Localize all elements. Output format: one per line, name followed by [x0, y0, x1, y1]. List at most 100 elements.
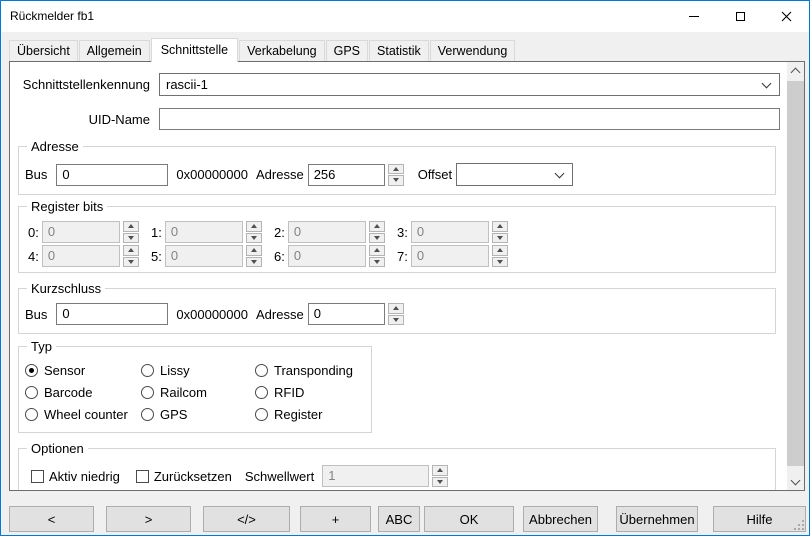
close-button[interactable] [763, 1, 809, 32]
address-group: Adresse Bus 0 0x00000000 Adresse 256 Off… [18, 146, 776, 195]
register-bit-input: 0 [165, 245, 243, 267]
radio-railcom[interactable]: Railcom [141, 381, 255, 403]
short-circuit-address-label: Adresse [256, 307, 304, 322]
address-label: Adresse [256, 167, 304, 182]
bus-input[interactable]: 0 [56, 164, 168, 186]
register-bit-stepper [246, 245, 262, 267]
register-bit-2: 2: 0 [271, 221, 385, 243]
checkbox-icon [136, 470, 149, 483]
checkbox-reset[interactable]: Zurücksetzen [136, 469, 232, 484]
stepper-up-icon[interactable] [388, 164, 404, 175]
short-circuit-bus-label: Bus [25, 307, 47, 322]
type-group-title: Typ [27, 339, 56, 354]
stepper-up-icon[interactable] [388, 303, 404, 314]
address-stepper[interactable] [388, 164, 404, 186]
tab-strip: Übersicht Allgemein Schnittstelle Verkab… [9, 38, 516, 61]
register-bit-input: 0 [42, 245, 120, 267]
radio-register[interactable]: Register [255, 403, 353, 425]
stepper-down-icon [432, 477, 448, 488]
scrollbar-up-button[interactable] [787, 62, 804, 79]
radio-wheel-counter[interactable]: Wheel counter [25, 403, 141, 425]
short-circuit-address-input[interactable]: 0 [308, 303, 385, 325]
radio-label: Transponding [274, 363, 353, 378]
radio-icon [141, 364, 154, 377]
help-button[interactable]: Hilfe [713, 506, 806, 532]
cancel-button[interactable]: Abbrechen [523, 506, 598, 532]
short-circuit-address-stepper[interactable] [388, 303, 404, 325]
tab-verwendung[interactable]: Verwendung [430, 40, 516, 61]
register-bits-row-1: 0: 0 1: 0 2: 0 3: [25, 221, 517, 243]
register-bit-stepper [123, 221, 139, 243]
register-bit-7: 7: 0 [394, 245, 508, 267]
short-circuit-group-title: Kurzschluss [27, 281, 105, 296]
stepper-down-icon[interactable] [388, 315, 404, 326]
tab-gps[interactable]: GPS [326, 40, 368, 61]
vertical-scrollbar[interactable] [787, 62, 804, 490]
tab-statistik[interactable]: Statistik [369, 40, 429, 61]
radio-label: Register [274, 407, 322, 422]
radio-barcode[interactable]: Barcode [25, 381, 141, 403]
tab-allgemein[interactable]: Allgemein [79, 40, 150, 61]
tab-uebersicht[interactable]: Übersicht [9, 40, 78, 61]
code-button[interactable]: </> [203, 506, 290, 532]
radio-label: Lissy [160, 363, 190, 378]
address-input[interactable]: 256 [308, 164, 385, 186]
prev-button[interactable]: < [9, 506, 94, 532]
scrollbar-down-button[interactable] [787, 473, 804, 490]
register-bit-input: 0 [288, 245, 366, 267]
register-bit-0: 0: 0 [25, 221, 139, 243]
ok-button[interactable]: OK [424, 506, 514, 532]
interface-id-label: Schnittstellenkennung [16, 77, 150, 92]
minimize-button[interactable] [671, 1, 717, 32]
maximize-button[interactable] [717, 1, 763, 32]
checkbox-active-low[interactable]: Aktiv niedrig [31, 469, 120, 484]
apply-button[interactable]: Übernehmen [616, 506, 698, 532]
options-row: Aktiv niedrig Zurücksetzen Schwellwert 1 [31, 465, 771, 487]
options-group-title: Optionen [27, 441, 88, 456]
radio-transponding[interactable]: Transponding [255, 359, 353, 381]
chevron-down-icon [555, 169, 565, 179]
uid-name-label: UID-Name [16, 112, 150, 127]
register-bit-stepper [123, 245, 139, 267]
short-circuit-bus-input[interactable]: 0 [56, 303, 168, 325]
register-bit-label: 5: [148, 249, 162, 264]
radio-label: Wheel counter [44, 407, 128, 422]
interface-id-row: Schnittstellenkennung rascii-1 [16, 73, 780, 96]
register-bit-input: 0 [411, 221, 489, 243]
register-bit-stepper [492, 245, 508, 267]
radio-rfid[interactable]: RFID [255, 381, 353, 403]
resize-grip[interactable] [794, 520, 796, 522]
radio-lissy[interactable]: Lissy [141, 359, 255, 381]
stepper-up-icon [432, 465, 448, 476]
bus-label: Bus [25, 167, 47, 182]
radio-icon [255, 386, 268, 399]
register-bit-stepper [492, 221, 508, 243]
radio-label: Railcom [160, 385, 207, 400]
titlebar: Rückmelder fb1 [1, 1, 809, 32]
window-title: Rückmelder fb1 [10, 9, 94, 23]
threshold-stepper [432, 465, 448, 487]
uid-name-input[interactable] [159, 108, 780, 130]
abc-button[interactable]: ABC [378, 506, 420, 532]
scrollbar-thumb[interactable] [787, 81, 804, 466]
radio-icon [255, 364, 268, 377]
offset-combobox[interactable] [456, 163, 573, 186]
radio-gps[interactable]: GPS [141, 403, 255, 425]
radio-icon [25, 364, 38, 377]
interface-id-value: rascii-1 [166, 77, 208, 92]
register-bit-label: 1: [148, 225, 162, 240]
address-group-title: Adresse [27, 139, 83, 154]
checkbox-label: Aktiv niedrig [49, 469, 120, 484]
tab-verkabelung[interactable]: Verkabelung [239, 40, 325, 61]
radio-label: Barcode [44, 385, 92, 400]
register-bit-stepper [246, 221, 262, 243]
register-bit-label: 4: [25, 249, 39, 264]
radio-sensor[interactable]: Sensor [25, 359, 141, 381]
interface-id-combobox[interactable]: rascii-1 [159, 73, 780, 96]
tab-schnittstelle[interactable]: Schnittstelle [151, 38, 238, 62]
add-button[interactable]: + [300, 506, 371, 532]
short-circuit-hex-value: 0x00000000 [176, 307, 248, 322]
radio-icon [255, 408, 268, 421]
stepper-down-icon[interactable] [388, 175, 404, 186]
next-button[interactable]: > [106, 506, 191, 532]
